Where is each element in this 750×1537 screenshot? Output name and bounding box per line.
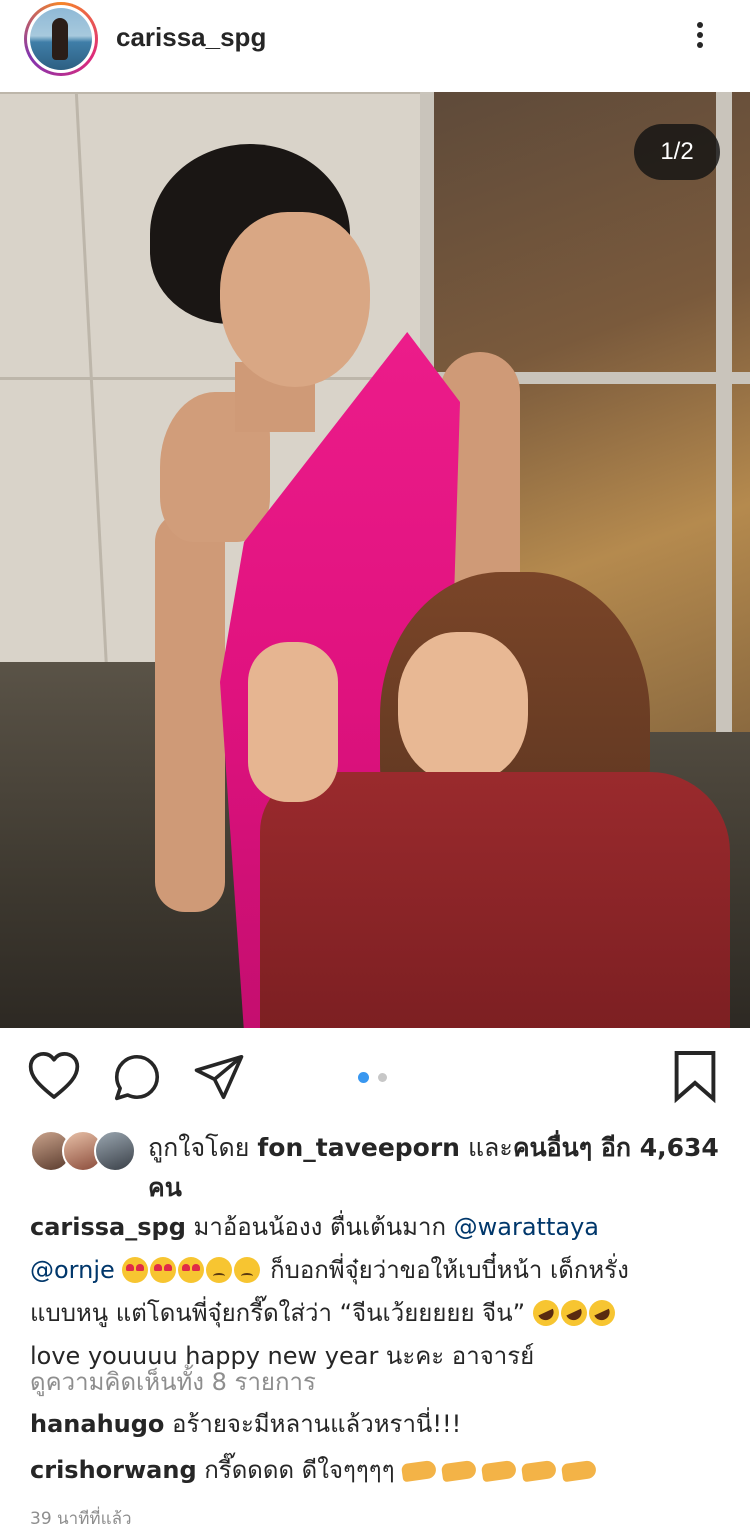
- comment-username[interactable]: crishorwang: [30, 1456, 197, 1484]
- comment-text: กรี๊ดดดด ดีใจๆๆๆๆ: [204, 1456, 395, 1484]
- post-username[interactable]: carissa_spg: [116, 22, 266, 53]
- rofl-emoji-icon: [584, 1295, 619, 1331]
- profile-avatar[interactable]: [24, 2, 98, 76]
- liker-avatars[interactable]: [30, 1130, 136, 1174]
- heart-eyes-emoji-icon: [178, 1257, 205, 1283]
- caption-username[interactable]: carissa_spg: [30, 1213, 186, 1241]
- pointing-hand-emoji-icon: [561, 1459, 598, 1483]
- heart-eyes-emoji-icon: [150, 1257, 177, 1283]
- carousel-counter: 1/2: [634, 124, 720, 180]
- carousel-dots: [358, 1072, 398, 1084]
- woman-face-smiling: [398, 632, 528, 782]
- rofl-emoji-icon: [556, 1295, 591, 1331]
- post-photo[interactable]: 1/2: [0, 92, 750, 1028]
- pointing-hand-emoji-icon: [401, 1459, 438, 1483]
- comment-username[interactable]: hanahugo: [30, 1410, 164, 1438]
- liker-avatar: [94, 1130, 136, 1172]
- heart-eyes-emoji-icon: [122, 1257, 149, 1283]
- bookmark-icon[interactable]: [672, 1048, 718, 1104]
- carousel-dot-active: [358, 1072, 369, 1083]
- mention-link[interactable]: @warattaya: [454, 1213, 599, 1241]
- rofl-emoji-icon: [528, 1295, 563, 1331]
- persevering-emoji-icon: [234, 1257, 261, 1283]
- post-timestamp: 39 นาทีที่แล้ว: [30, 1509, 132, 1529]
- comment-item: hanahugo อร้ายจะมีหลานแล้วหรานี่!!!: [30, 1404, 730, 1444]
- woman-face: [220, 212, 370, 387]
- comment-icon[interactable]: [110, 1050, 164, 1104]
- liker-username[interactable]: fon_taveeporn: [257, 1133, 460, 1162]
- comment-text: อร้ายจะมีหลานแล้วหรานี่!!!: [172, 1410, 462, 1438]
- comment-item: crishorwang กรี๊ดดดด ดีใจๆๆๆๆ: [30, 1450, 730, 1490]
- view-all-comments-link[interactable]: ดูความคิดเห็นทั้ง 8 รายการ: [30, 1362, 316, 1401]
- pointing-hand-emoji-icon: [441, 1459, 478, 1483]
- heart-icon[interactable]: [26, 1048, 82, 1104]
- share-icon[interactable]: [192, 1050, 246, 1104]
- carousel-dot: [378, 1073, 387, 1082]
- red-jacket: [260, 772, 730, 1028]
- post-header: carissa_spg: [0, 0, 750, 92]
- avatar-image: [30, 8, 92, 70]
- persevering-emoji-icon: [206, 1257, 233, 1283]
- action-bar: [0, 1028, 750, 1128]
- pointing-hand-emoji-icon: [521, 1459, 558, 1483]
- mention-link[interactable]: @ornje: [30, 1256, 115, 1284]
- likes-others-link[interactable]: คนอื่นๆ อีก 4,634: [513, 1133, 719, 1162]
- pointing-hand-emoji-icon: [481, 1459, 518, 1483]
- more-vertical-icon[interactable]: [690, 18, 710, 58]
- likes-text: ถูกใจโดย fon_taveeporn และคนอื่นๆ อีก 4,…: [148, 1133, 719, 1202]
- post-caption: carissa_spg มาอ้อนน้องง ตื่นเต้นมาก @war…: [30, 1213, 629, 1370]
